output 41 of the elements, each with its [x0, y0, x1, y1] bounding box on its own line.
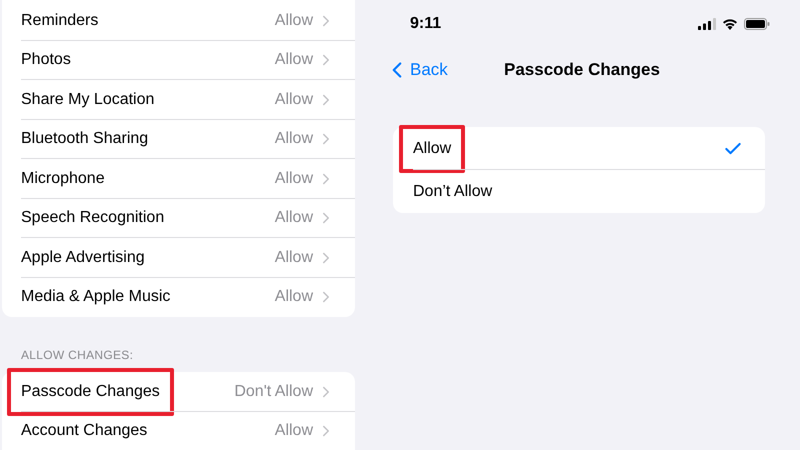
- wifi-icon: [722, 18, 738, 30]
- row-value: Allow: [274, 50, 313, 70]
- row-label: Don’t Allow: [413, 182, 492, 202]
- settings-row[interactable]: Passcode Changes Don't Allow: [2, 372, 355, 412]
- row-value: Allow: [274, 421, 313, 442]
- settings-row[interactable]: Speech Recognition Allow: [2, 198, 355, 238]
- battery-icon: [744, 18, 770, 30]
- row-value: Allow: [274, 248, 313, 268]
- row-label: Bluetooth Sharing: [21, 129, 148, 150]
- option-row[interactable]: Don’t Allow: [393, 170, 765, 213]
- row-value: Allow: [274, 168, 313, 189]
- row-label: Photos: [21, 50, 71, 70]
- row-value: Don't Allow: [234, 382, 313, 402]
- section-header: ALLOW CHANGES:: [21, 348, 134, 362]
- row-label: Microphone: [21, 168, 105, 189]
- row-label: Account Changes: [21, 421, 148, 442]
- row-value: Allow: [274, 90, 313, 110]
- settings-row[interactable]: Media & Apple Music Allow: [2, 278, 355, 317]
- row-label: Media & Apple Music: [21, 287, 170, 308]
- nav-title: Passcode Changes: [504, 59, 660, 82]
- settings-row[interactable]: Share My Location Allow: [2, 80, 355, 120]
- settings-row[interactable]: Reminders Allow: [2, 1, 355, 40]
- option-row[interactable]: Allow: [393, 127, 765, 170]
- settings-row[interactable]: Apple Advertising Allow: [2, 238, 355, 278]
- back-button[interactable]: Back: [384, 57, 448, 83]
- row-label: Allow: [413, 138, 452, 158]
- row-value: Allow: [274, 10, 313, 31]
- settings-row[interactable]: Microphone Allow: [2, 159, 355, 198]
- row-label: Passcode Changes: [21, 382, 160, 402]
- signal-icon: [698, 18, 716, 30]
- settings-row[interactable]: Account Changes Allow: [2, 412, 355, 450]
- row-value: Allow: [274, 129, 313, 150]
- settings-row[interactable]: Bluetooth Sharing Allow: [2, 120, 355, 159]
- row-value: Allow: [274, 287, 313, 308]
- settings-row[interactable]: Photos Allow: [2, 40, 355, 80]
- row-label: Speech Recognition: [21, 208, 164, 228]
- row-label: Share My Location: [21, 90, 154, 110]
- row-label: Reminders: [21, 10, 98, 31]
- row-value: Allow: [274, 208, 313, 228]
- row-label: Apple Advertising: [21, 248, 145, 268]
- status-time: 9:11: [410, 14, 442, 34]
